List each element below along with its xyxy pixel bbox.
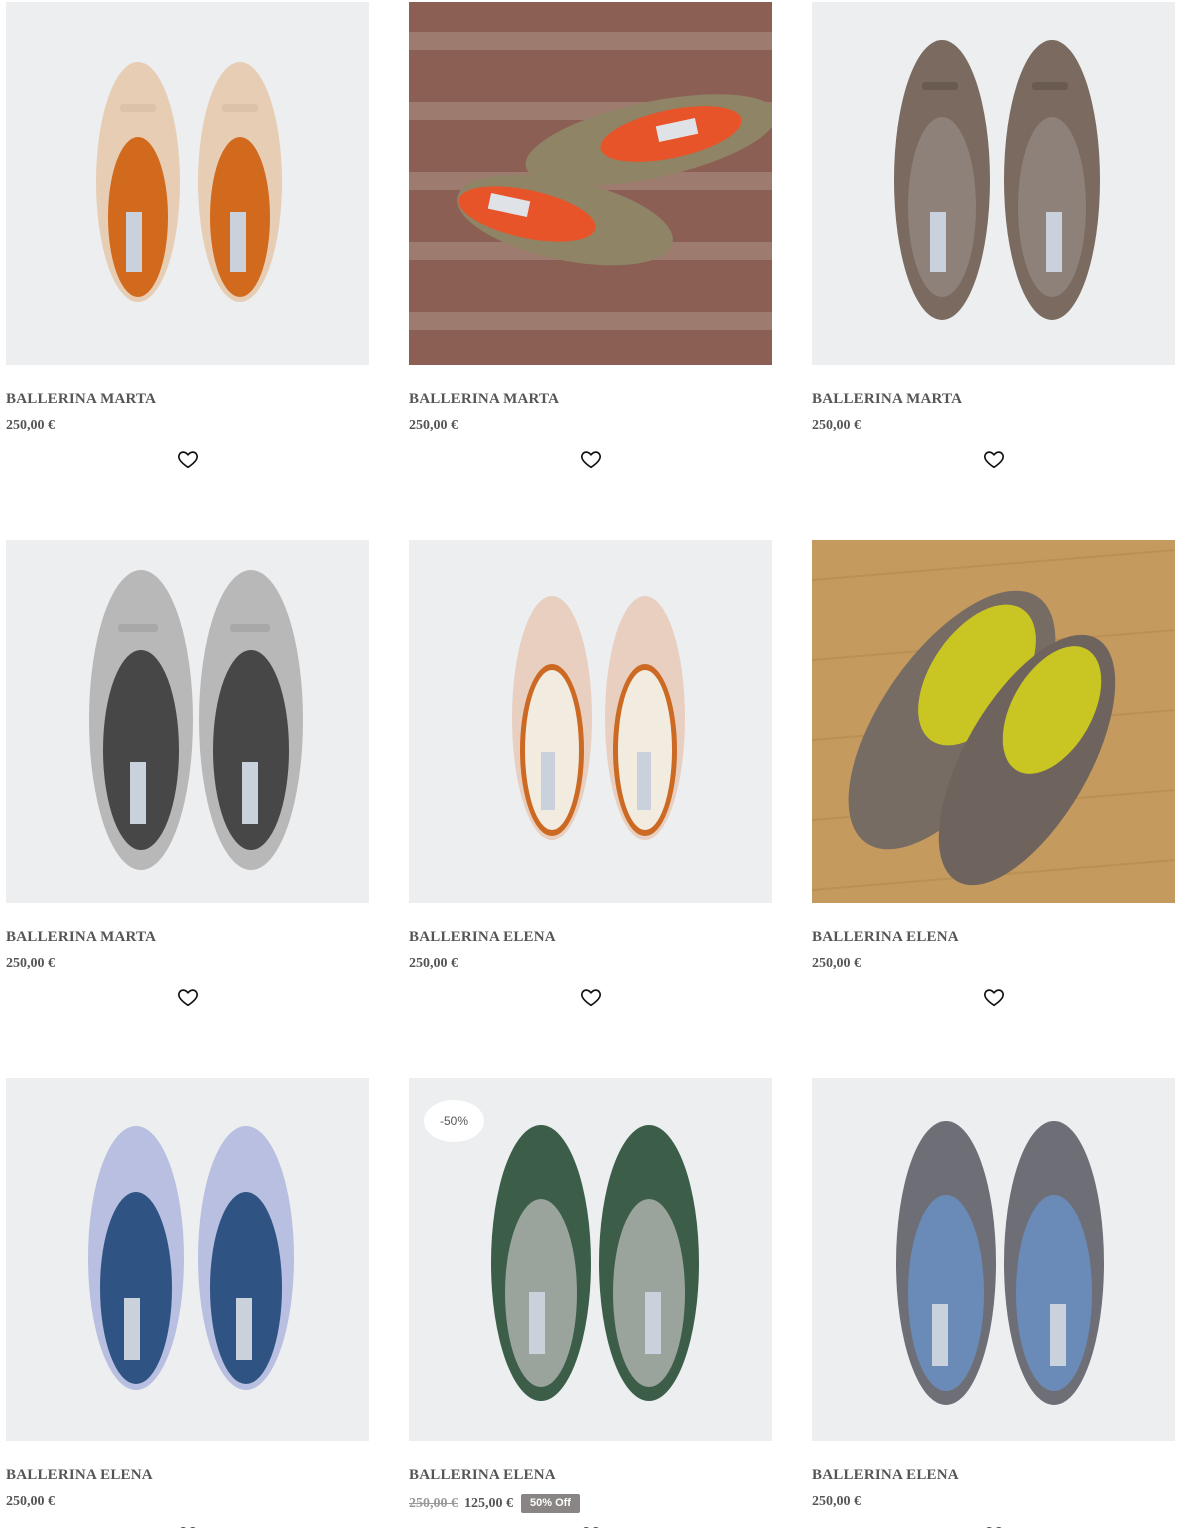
product-title[interactable]: BALLERINA MARTA xyxy=(409,391,559,408)
product-price: 250,00 € xyxy=(6,418,55,434)
wishlist-heart-icon[interactable] xyxy=(981,984,1007,1010)
price-value: 250,00 € xyxy=(6,1494,55,1509)
product-title[interactable]: BALLERINA ELENA xyxy=(6,1467,153,1484)
product-image[interactable] xyxy=(409,2,772,365)
product-price: 250,00 € xyxy=(812,956,861,972)
product-price: 250,00 € xyxy=(812,1494,861,1510)
original-price: 250,00 € xyxy=(409,1496,458,1511)
discount-badge: -50% xyxy=(424,1100,484,1142)
product-price: 250,00 € xyxy=(6,956,55,972)
wishlist-heart-icon[interactable] xyxy=(981,1522,1007,1528)
product-title[interactable]: BALLERINA MARTA xyxy=(6,929,156,946)
product-title[interactable]: BALLERINA ELENA xyxy=(409,929,556,946)
sale-pill: 50% Off xyxy=(521,1494,580,1513)
product-price: 250,00 € 125,00 € 50% Off xyxy=(409,1494,580,1513)
product-title[interactable]: BALLERINA ELENA xyxy=(812,929,959,946)
wishlist-heart-icon[interactable] xyxy=(175,1522,201,1528)
product-image[interactable] xyxy=(6,540,369,903)
product-price: 250,00 € xyxy=(409,418,458,434)
price-value: 250,00 € xyxy=(409,956,458,971)
product-image[interactable] xyxy=(409,540,772,903)
price-value: 250,00 € xyxy=(812,956,861,971)
price-value: 250,00 € xyxy=(6,956,55,971)
wishlist-heart-icon[interactable] xyxy=(981,446,1007,472)
product-price: 250,00 € xyxy=(409,956,458,972)
wishlist-heart-icon[interactable] xyxy=(578,984,604,1010)
wishlist-heart-icon[interactable] xyxy=(578,1522,604,1528)
product-card: -50% BALLERINA ELENA 250,00 € 125,00 € 50%… xyxy=(409,1078,773,1528)
product-card: BALLERINA MARTA 250,00 € xyxy=(812,2,1176,469)
product-price: 250,00 € xyxy=(812,418,861,434)
product-card: BALLERINA ELENA 250,00 € xyxy=(812,540,1176,1007)
price-value: 250,00 € xyxy=(409,418,458,433)
product-card: BALLERINA MARTA 250,00 € xyxy=(6,2,370,469)
price-value: 250,00 € xyxy=(6,418,55,433)
wishlist-heart-icon[interactable] xyxy=(175,984,201,1010)
product-card: BALLERINA MARTA 250,00 € xyxy=(6,540,370,1007)
sale-price: 125,00 € xyxy=(464,1496,513,1511)
product-title[interactable]: BALLERINA MARTA xyxy=(812,391,962,408)
product-card: BALLERINA ELENA 250,00 € xyxy=(812,1078,1176,1528)
product-image[interactable] xyxy=(6,1078,369,1441)
product-title[interactable]: BALLERINA MARTA xyxy=(6,391,156,408)
product-card: BALLERINA ELENA 250,00 € xyxy=(6,1078,370,1528)
product-title[interactable]: BALLERINA ELENA xyxy=(812,1467,959,1484)
wishlist-heart-icon[interactable] xyxy=(578,446,604,472)
product-card: BALLERINA MARTA 250,00 € xyxy=(409,2,773,469)
product-image[interactable] xyxy=(6,2,369,365)
wishlist-heart-icon[interactable] xyxy=(175,446,201,472)
product-image[interactable] xyxy=(812,1078,1175,1441)
product-grid: BALLERINA MARTA 250,00 € BALLERINA MARTA… xyxy=(0,0,1184,1528)
price-value: 250,00 € xyxy=(812,418,861,433)
product-image[interactable]: -50% xyxy=(409,1078,772,1441)
product-card: BALLERINA ELENA 250,00 € xyxy=(409,540,773,1007)
product-title[interactable]: BALLERINA ELENA xyxy=(409,1467,556,1484)
product-image[interactable] xyxy=(812,540,1175,903)
product-price: 250,00 € xyxy=(6,1494,55,1510)
price-value: 250,00 € xyxy=(812,1494,861,1509)
product-image[interactable] xyxy=(812,2,1175,365)
